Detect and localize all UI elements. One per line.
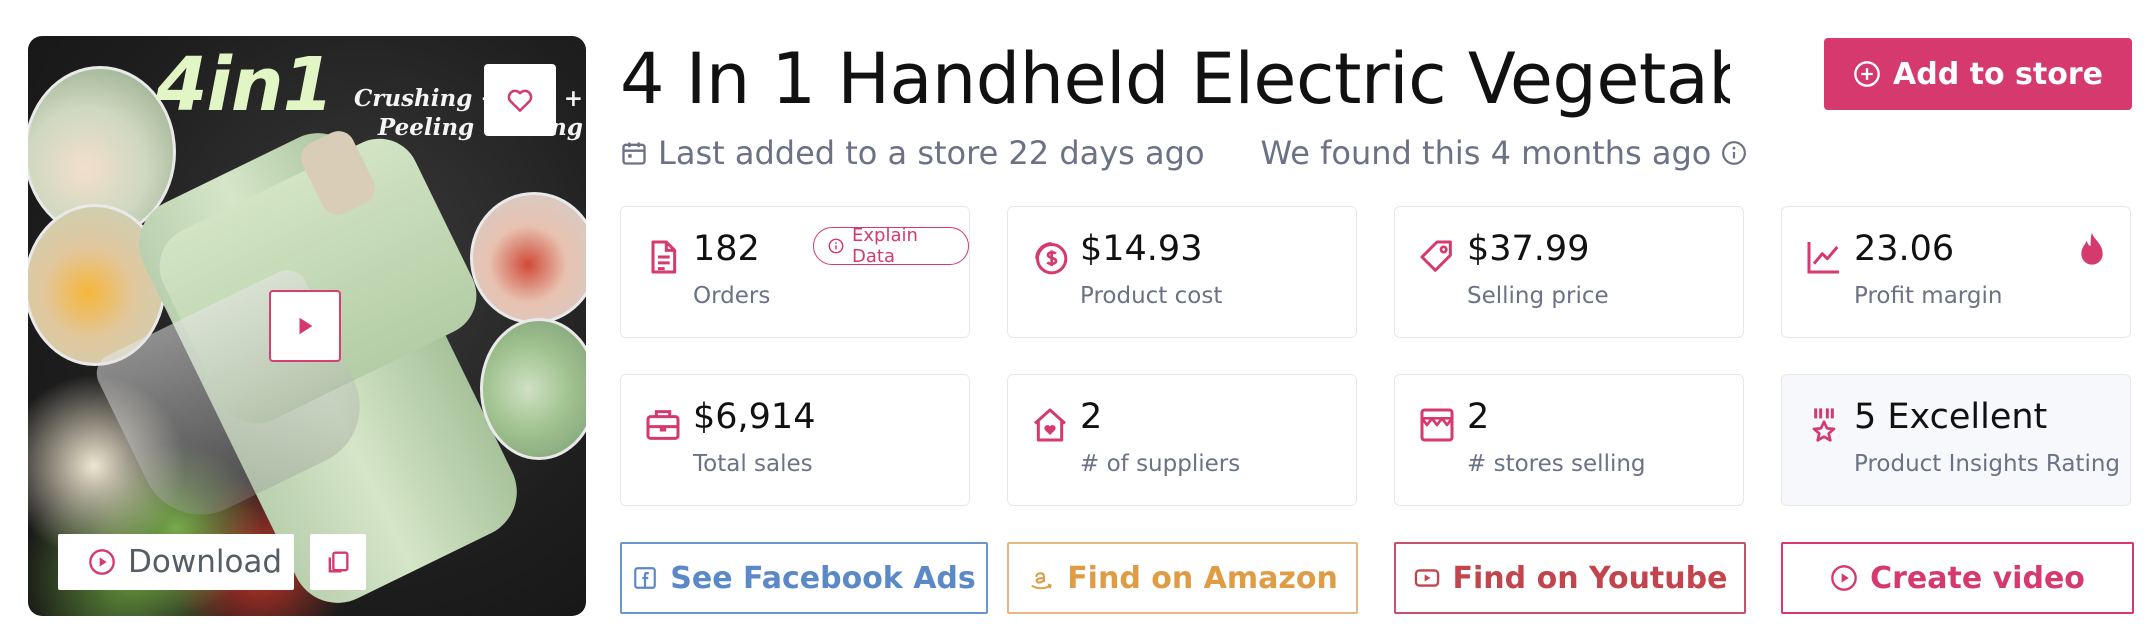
play-circle-icon [1831, 565, 1857, 591]
store-icon [1420, 408, 1454, 442]
see-facebook-ads-button[interactable]: See Facebook Ads [620, 542, 988, 614]
facebook-icon [634, 567, 657, 589]
explain-data-button[interactable]: Explain Data [813, 225, 969, 267]
stat-card-insights-rating: 5 Excellent Product Insights Rating [1781, 374, 2131, 506]
create-video-button[interactable]: Create video [1781, 542, 2134, 614]
stat-label: Product Insights Rating [1854, 451, 2121, 477]
youtube-label: Find on Youtube [1452, 560, 1728, 596]
found-text: We found this 4 months ago [1260, 134, 1712, 172]
plus-circle-icon [1854, 61, 1880, 87]
stat-value: 23.06 [1854, 229, 1955, 269]
play-icon [299, 317, 313, 335]
stat-card-product-cost: $14.93 Product cost [1007, 206, 1357, 338]
stat-value: 2 [1467, 397, 1490, 437]
create-video-label: Create video [1870, 560, 2085, 596]
add-to-store-button[interactable]: Add to store [1824, 38, 2132, 110]
facebook-label: See Facebook Ads [670, 560, 976, 596]
stat-label: Profit margin [1854, 283, 2003, 309]
house-heart-icon [1034, 408, 1066, 442]
amazon-icon [1031, 572, 1053, 590]
stat-value: 182 [693, 229, 760, 269]
stat-label: Selling price [1467, 283, 1609, 309]
stat-value: $37.99 [1467, 229, 1590, 269]
stat-card-total-sales: $6,914 Total sales [620, 374, 970, 506]
info-icon[interactable] [1721, 140, 1747, 166]
copy-button[interactable] [310, 534, 366, 590]
stat-card-stores-selling: 2 # stores selling [1394, 374, 1744, 506]
add-to-store-label: Add to store [1893, 56, 2103, 92]
download-label: Download [128, 544, 283, 580]
favorite-button[interactable] [484, 64, 556, 136]
stat-label: Product cost [1080, 283, 1223, 309]
find-on-youtube-button[interactable]: Find on Youtube [1394, 542, 1746, 614]
usage-photo-brush [480, 318, 586, 460]
stat-label: # of suppliers [1080, 451, 1241, 477]
stat-card-profit-margin: 23.06 Profit margin [1781, 206, 2131, 338]
last-added-meta: Last added to a store 22 days ago [620, 134, 1205, 172]
image-headline: 4in1 [156, 42, 334, 128]
youtube-icon [1414, 569, 1439, 587]
stat-value: 5 Excellent [1854, 397, 2048, 437]
stat-card-selling-price: $37.99 Selling price [1394, 206, 1744, 338]
product-meta: Last added to a store 22 days ago We fou… [620, 134, 1747, 172]
stat-label: # stores selling [1467, 451, 1646, 477]
explain-data-label: Explain Data [852, 225, 918, 267]
last-added-text: Last added to a store 22 days ago [658, 134, 1205, 172]
stat-label: Orders [693, 283, 771, 309]
find-on-amazon-button[interactable]: Find on Amazon [1007, 542, 1358, 614]
stat-card-suppliers: 2 # of suppliers [1007, 374, 1357, 506]
found-meta: We found this 4 months ago [1261, 134, 1748, 172]
product-title: 4 In 1 Handheld Electric Vegetabl… [620, 38, 1730, 120]
stat-value: $14.93 [1080, 229, 1203, 269]
usage-photo-peeling [470, 192, 586, 324]
trend-up-icon [1807, 242, 1839, 274]
calendar-icon [622, 142, 646, 165]
award-icon [1812, 408, 1836, 442]
amazon-label: Find on Amazon [1067, 560, 1338, 596]
briefcase-icon [646, 410, 680, 440]
tag-icon [1420, 240, 1452, 272]
coin-icon [1035, 242, 1068, 275]
copy-icon [328, 551, 349, 573]
stat-value: $6,914 [693, 397, 816, 437]
stat-card-orders: 182 Orders Explain Data [620, 206, 970, 338]
flame-icon [2081, 232, 2103, 265]
product-image[interactable]: 4in1 Crushing + g + Peeling + ing Downlo… [28, 36, 586, 616]
document-icon [651, 240, 677, 274]
download-button[interactable]: Download [58, 534, 294, 590]
info-icon [828, 238, 844, 254]
stat-value: 2 [1080, 397, 1103, 437]
heart-icon [507, 89, 533, 112]
stat-label: Total sales [693, 451, 813, 477]
play-video-button[interactable] [269, 290, 341, 362]
play-circle-icon [89, 549, 115, 575]
